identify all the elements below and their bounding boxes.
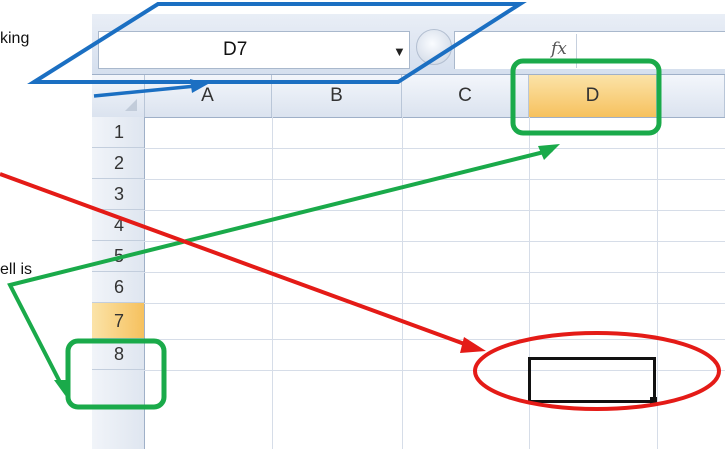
row-header-3[interactable]: 3 bbox=[92, 179, 144, 210]
gridline bbox=[144, 179, 725, 180]
select-all-corner-icon bbox=[125, 99, 137, 111]
name-box[interactable]: D7 ▼ bbox=[98, 31, 410, 69]
column-header-e[interactable]: E bbox=[657, 75, 725, 117]
select-all-corner[interactable] bbox=[92, 75, 145, 117]
column-header-d[interactable]: D bbox=[529, 75, 657, 117]
gridline bbox=[144, 303, 725, 304]
green-arrowhead-bottom bbox=[54, 380, 70, 398]
function-icon[interactable]: fx bbox=[551, 39, 567, 59]
annotation-text-top: king bbox=[0, 30, 30, 47]
column-header-a[interactable]: A bbox=[144, 75, 272, 117]
row-header-2[interactable]: 2 bbox=[92, 148, 144, 179]
column-header-b[interactable]: B bbox=[272, 75, 402, 117]
active-cell-d7[interactable] bbox=[528, 357, 656, 403]
annotation-text-middle: ell is bbox=[0, 261, 33, 278]
formula-bar: D7 ▼ fx bbox=[92, 14, 725, 75]
dropdown-arrow-icon[interactable]: ▼ bbox=[393, 44, 406, 59]
column-header-c[interactable]: C bbox=[402, 75, 529, 117]
row-header-1[interactable]: 1 bbox=[92, 117, 144, 148]
gridline bbox=[144, 339, 725, 340]
formula-input[interactable]: fx bbox=[454, 31, 725, 69]
row-header-8[interactable]: 8 bbox=[92, 339, 144, 370]
row-header-5[interactable]: 5 bbox=[92, 241, 144, 272]
gridline bbox=[657, 117, 658, 449]
row-header-4[interactable]: 4 bbox=[92, 210, 144, 241]
gridline bbox=[144, 210, 725, 211]
row-headers: 1 2 3 4 5 6 7 8 bbox=[92, 117, 145, 449]
gridline bbox=[144, 272, 725, 273]
formula-bar-separator-button[interactable] bbox=[416, 29, 452, 65]
row-header-6[interactable]: 6 bbox=[92, 272, 144, 303]
spreadsheet-window: D7 ▼ fx A B C D E 1 2 3 4 bbox=[92, 14, 725, 449]
tutorial-screenshot: king ell is D7 ▼ fx A B C D E bbox=[0, 0, 725, 449]
column-headers: A B C D E bbox=[92, 75, 725, 118]
formula-divider bbox=[576, 34, 577, 68]
gridline bbox=[144, 241, 725, 242]
gridline bbox=[144, 148, 725, 149]
fill-handle-icon[interactable] bbox=[650, 397, 657, 404]
gridline bbox=[402, 117, 403, 449]
gridline bbox=[272, 117, 273, 449]
name-box-value: D7 bbox=[223, 39, 248, 60]
row-header-7[interactable]: 7 bbox=[92, 303, 144, 339]
